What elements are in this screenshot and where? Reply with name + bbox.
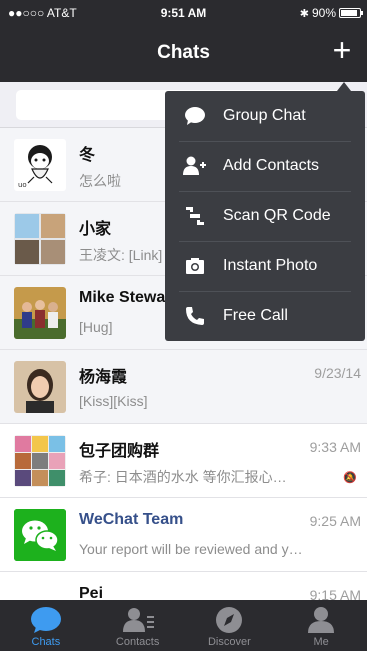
svg-text:uo: uo [18,181,27,189]
avatar [14,361,66,413]
add-button[interactable]: + [329,34,355,66]
group-avatar [14,435,66,487]
tab-label: Contacts [115,636,160,648]
tab-discover[interactable]: Discover [184,600,276,651]
tab-label: Chats [31,636,61,648]
chat-preview: Your report will be reviewed and y… [79,541,303,557]
menu-pointer [337,82,351,91]
chat-time: 9/23/14 [314,365,361,381]
chat-row[interactable]: 杨海霞 9/23/14 [Kiss][Kiss] [0,350,367,424]
chat-preview: 希子: 日本酒的水水 等你汇报心… [79,469,287,485]
menu-item-group-chat[interactable]: Group Chat [165,91,365,141]
tab-bar: Chats Contacts Discover Me [0,600,367,651]
chat-time: 9:33 AM [309,439,361,455]
chat-time: 9:15 AM [309,587,361,600]
chat-name: 小家 [79,221,112,238]
chat-time: 9:25 AM [309,513,361,529]
chat-name: WeChat Team [79,511,184,528]
battery-icon [339,8,363,18]
add-menu: Group Chat Add Contacts Scan QR Code Ins… [165,91,365,341]
camera-icon [183,254,207,278]
person-icon [308,607,335,633]
bluetooth-icon: ✱ [299,7,309,20]
menu-item-label: Group Chat [223,107,306,124]
chat-row[interactable]: Pei 9:15 AM [0,572,367,600]
chat-row[interactable]: WeChat Team 9:25 AM Your report will be … [0,498,367,572]
mute-icon: 🔕 [343,472,357,484]
chat-name: 包子团购群 [79,443,160,460]
navigation-bar: ●●○○○ AT&T 9:51 AM ✱ 90% Chats + [0,0,367,82]
chat-name: Pei [79,585,104,600]
menu-item-label: Scan QR Code [223,207,331,224]
battery-percent: 90% [311,6,336,20]
tab-contacts[interactable]: Contacts [92,600,184,651]
wechat-logo-avatar [14,509,66,561]
page-title: Chats [157,42,210,63]
chat-preview: [Hug] [79,319,113,335]
menu-item-label: Instant Photo [223,257,318,274]
chat-name: 冬 [79,147,96,164]
compass-icon [216,607,243,633]
chat-preview: 王凌文: [Link] [79,247,163,263]
add-person-icon [183,154,207,178]
battery-indicator: ✱ 90% [299,6,363,20]
contacts-icon [122,608,154,632]
tab-me[interactable]: Me [275,600,367,651]
chat-preview: [Kiss][Kiss] [79,393,148,409]
chat-row[interactable]: 包子团购群 9:33 AM 希子: 日本酒的水水 等你汇报心… 🔕 [0,424,367,498]
avatar: uo [14,139,66,191]
menu-item-free-call[interactable]: Free Call [165,291,365,341]
group-avatar [14,213,66,265]
tab-chats[interactable]: Chats [0,600,92,651]
menu-item-scan-qr-code[interactable]: Scan QR Code [165,191,365,241]
tab-label: Discover [207,636,251,648]
chat-name: 杨海霞 [79,369,128,386]
menu-item-label: Add Contacts [223,157,320,174]
tab-label: Me [313,636,329,648]
scan-qr-icon [183,204,207,228]
chat-preview: 怎么啦 [79,173,121,189]
avatar [14,287,66,339]
phone-icon [183,304,207,328]
menu-item-add-contacts[interactable]: Add Contacts [165,141,365,191]
menu-item-instant-photo[interactable]: Instant Photo [165,241,365,291]
status-bar: ●●○○○ AT&T 9:51 AM ✱ 90% [0,0,367,24]
menu-item-label: Free Call [223,307,288,324]
chat-bubble-icon [30,607,61,633]
speech-bubble-icon [183,104,207,128]
